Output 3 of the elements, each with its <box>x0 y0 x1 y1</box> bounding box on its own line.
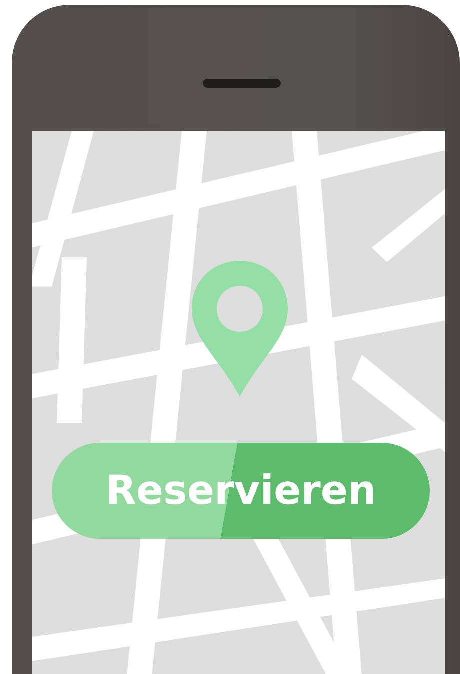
reserve-button[interactable]: Reservieren <box>52 443 430 539</box>
speaker-slot-icon <box>203 79 281 88</box>
map-pin-icon <box>190 259 290 399</box>
